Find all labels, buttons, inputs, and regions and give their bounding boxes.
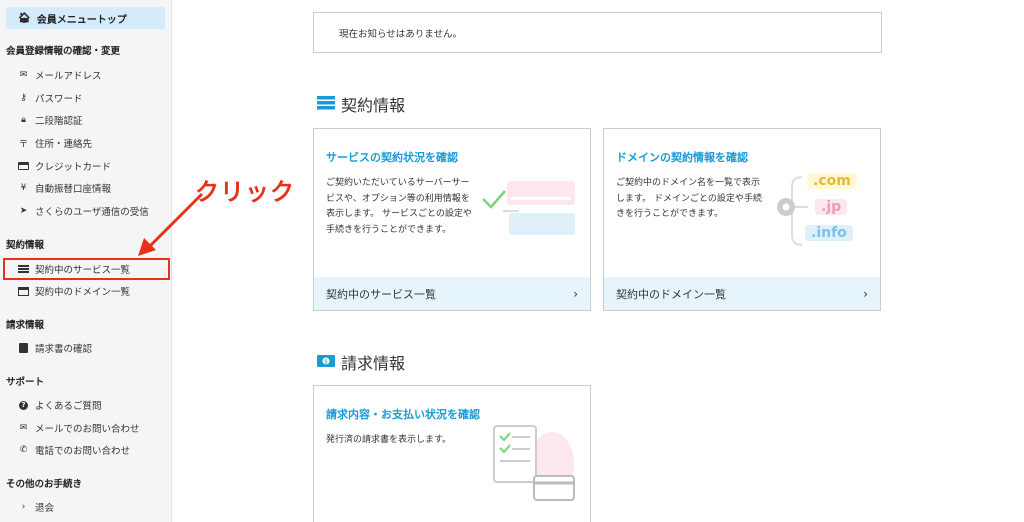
chevron-right-icon: ›: [573, 286, 578, 301]
sidebar-section-title: 会員登録情報の確認・変更: [6, 46, 121, 57]
sidebar-item-member-top[interactable]: 🏠︎ 会員メニュートップ: [6, 7, 165, 29]
credit-card-icon: [18, 162, 29, 170]
chevron-right-icon: ›: [21, 502, 26, 512]
tld-com: .com: [807, 173, 857, 189]
card-title: 請求内容・お支払い状況を確認: [326, 408, 480, 421]
card-description: ご契約いただいているサーバーサービスや、オプション等の利用情報を表示します。 サ…: [326, 178, 472, 235]
envelope-icon: ✉: [19, 70, 28, 80]
invoice-illustration-icon: [493, 425, 575, 501]
billing-heading: $ 請求情報: [317, 350, 405, 374]
key-icon: ⚷: [20, 93, 27, 103]
annotation-arrow-icon: [138, 192, 204, 256]
svg-text:$: $: [324, 358, 328, 365]
tld-jp: .jp: [815, 199, 848, 215]
sidebar-item-two-factor[interactable]: 🔒︎ 二段階認証: [6, 110, 166, 130]
service-list-link[interactable]: 契約中のサービス一覧 ›: [314, 277, 590, 310]
highlight-box: [3, 258, 170, 280]
question-circle-icon: ?: [18, 400, 29, 410]
sidebar-section-title: サポート: [6, 377, 45, 388]
sidebar-item-mail-contact[interactable]: ✉ メールでのお問い合わせ: [6, 418, 166, 438]
sidebar-item-label: 会員メニュートップ: [36, 14, 127, 26]
domain-list-link[interactable]: 契約中のドメイン一覧 ›: [604, 277, 880, 310]
postal-mark-icon: 〒: [18, 139, 28, 150]
service-status-card[interactable]: サービスの契約状況を確認 ご契約いただいているサーバーサービスや、オプション等の…: [313, 128, 591, 311]
click-annotation: クリック: [195, 178, 295, 206]
sidebar-section-title: 請求情報: [6, 320, 45, 331]
document-icon: [18, 343, 29, 353]
service-illustration-icon: [482, 181, 575, 235]
sidebar-item-withdraw[interactable]: › 退会: [6, 497, 166, 517]
lock-icon: 🔒︎: [21, 115, 26, 125]
paper-plane-icon: ➤: [19, 206, 28, 216]
money-icon: $: [317, 353, 335, 372]
sidebar-section-title: その他のお手続き: [6, 479, 83, 490]
card-title: サービスの契約状況を確認: [326, 151, 458, 164]
notice-box: 現在お知らせはありません。: [313, 12, 882, 53]
contract-heading: 契約情報: [317, 92, 405, 116]
sidebar-item-email[interactable]: ✉ メールアドレス: [6, 65, 166, 85]
window-icon: [18, 286, 29, 296]
sidebar-section-title: 契約情報: [6, 240, 45, 251]
chevron-right-icon: ›: [863, 286, 868, 301]
server-icon: [317, 95, 335, 114]
notice-text: 現在お知らせはありません。: [339, 28, 463, 40]
sidebar-item-faq[interactable]: ? よくあるご質問: [6, 395, 166, 415]
card-description: ご契約中のドメイン名を一覧で表示します。 ドメインごとの設定や手続きを行うことが…: [616, 178, 762, 219]
billing-status-card[interactable]: 請求内容・お支払い状況を確認 発行済の請求書を表示します。: [313, 385, 591, 522]
envelope-icon: ✉: [19, 423, 28, 433]
yen-icon: ¥: [20, 183, 27, 193]
sidebar-item-phone-contact[interactable]: ✆ 電話でのお問い合わせ: [6, 440, 166, 460]
sidebar-item-address[interactable]: 〒 住所・連絡先: [6, 133, 166, 153]
home-icon: 🏠︎: [18, 12, 31, 24]
phone-icon: ✆: [19, 445, 28, 455]
sidebar-item-credit-card[interactable]: クレジットカード: [6, 156, 166, 176]
sidebar-item-invoice[interactable]: 請求書の確認: [6, 338, 166, 358]
sidebar-item-domain-list[interactable]: 契約中のドメイン一覧: [6, 281, 166, 301]
domain-info-card[interactable]: ドメインの契約情報を確認 ご契約中のドメイン名を一覧で表示します。 ドメインごと…: [603, 128, 881, 311]
card-title: ドメインの契約情報を確認: [616, 151, 748, 164]
tld-info: .info: [805, 225, 853, 241]
sidebar-item-password[interactable]: ⚷ パスワード: [6, 88, 166, 108]
